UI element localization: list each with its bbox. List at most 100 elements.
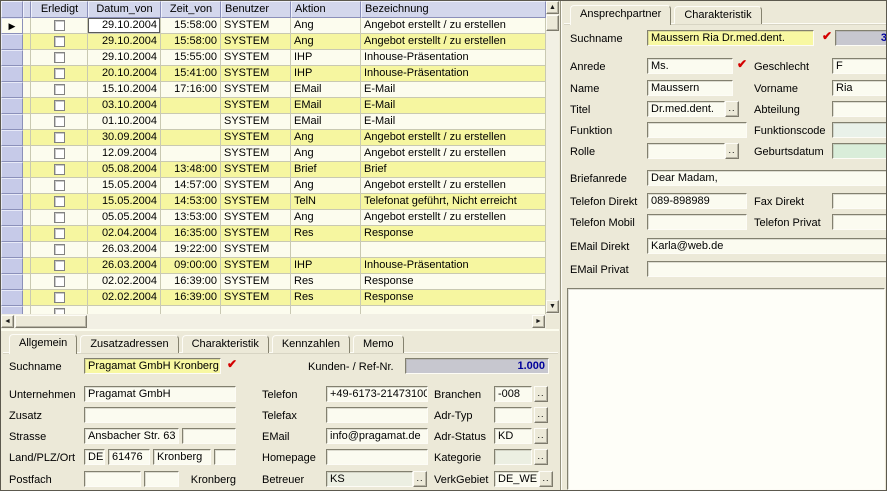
ort-field[interactable]: Kronberg xyxy=(153,449,211,465)
adrstatus-field[interactable]: KD xyxy=(494,428,532,444)
erledigt-cell[interactable] xyxy=(31,258,88,274)
table-row[interactable] xyxy=(1,306,546,314)
scroll-up-icon[interactable]: ▲ xyxy=(546,1,559,14)
funktion-field[interactable] xyxy=(647,122,747,138)
tab-kennzahlen[interactable]: Kennzahlen xyxy=(271,335,350,353)
zusatz-field[interactable] xyxy=(84,407,236,423)
betreuer-lookup-icon[interactable]: .. xyxy=(413,471,427,487)
erledigt-checkbox[interactable] xyxy=(53,212,65,223)
verify-check-icon[interactable]: ✔ xyxy=(225,358,239,372)
erledigt-checkbox[interactable] xyxy=(53,116,65,127)
table-row[interactable]: 12.09.2004 SYSTEM Ang Angebot erstellt /… xyxy=(1,146,546,162)
telefon-field[interactable]: +49-6173-21473100 xyxy=(326,386,428,402)
branchen-lookup-icon[interactable]: .. xyxy=(534,386,548,402)
erledigt-cell[interactable] xyxy=(31,306,88,314)
row-selector[interactable] xyxy=(1,258,23,274)
erledigt-cell[interactable] xyxy=(31,290,88,306)
erledigt-checkbox[interactable] xyxy=(53,20,65,31)
table-row[interactable]: 02.04.2004 16:35:00 SYSTEM Res Response xyxy=(1,226,546,242)
row-selector[interactable] xyxy=(1,306,23,314)
fax-direkt-field[interactable] xyxy=(832,193,886,209)
email-direkt-field[interactable]: Karla@web.de xyxy=(647,238,886,254)
scroll-down-icon[interactable]: ▼ xyxy=(546,300,559,313)
row-selector[interactable] xyxy=(1,290,23,306)
adrstatus-lookup-icon[interactable]: .. xyxy=(534,428,548,444)
erledigt-cell[interactable] xyxy=(31,66,88,82)
adrtyp-field[interactable] xyxy=(494,407,532,423)
telefax-field[interactable] xyxy=(326,407,428,423)
erledigt-cell[interactable] xyxy=(31,18,88,34)
vertical-scrollbar[interactable]: ▲ ▼ xyxy=(546,1,559,314)
branchen-field[interactable]: -008 xyxy=(494,386,532,402)
tab-charakteristik-contact[interactable]: Charakteristik xyxy=(674,6,762,24)
geschlecht-field[interactable]: F xyxy=(832,58,886,74)
table-row[interactable]: 29.10.2004 15:58:00 SYSTEM Ang Angebot e… xyxy=(1,34,546,50)
telefon-direkt-field[interactable]: 089-898989 xyxy=(647,193,747,209)
erledigt-cell[interactable] xyxy=(31,242,88,258)
column-header-aktion[interactable]: Aktion xyxy=(291,1,361,18)
erledigt-cell[interactable] xyxy=(31,50,88,66)
funktionscode-field[interactable] xyxy=(832,122,886,138)
vorname-field[interactable]: Ria xyxy=(832,80,886,96)
row-selector[interactable] xyxy=(1,146,23,162)
table-row[interactable]: 30.09.2004 SYSTEM Ang Angebot erstellt /… xyxy=(1,130,546,146)
rolle-lookup-icon[interactable]: .. xyxy=(725,143,739,159)
erledigt-checkbox[interactable] xyxy=(53,276,65,287)
geburtsdatum-field[interactable] xyxy=(832,143,886,159)
row-selector[interactable] xyxy=(1,50,23,66)
row-selector[interactable] xyxy=(1,162,23,178)
erledigt-cell[interactable] xyxy=(31,274,88,290)
kategorie-field[interactable] xyxy=(494,449,532,465)
erledigt-checkbox[interactable] xyxy=(53,148,65,159)
erledigt-checkbox[interactable] xyxy=(53,100,65,111)
telefon-mobil-field[interactable] xyxy=(647,214,747,230)
tab-memo[interactable]: Memo xyxy=(352,335,404,353)
rolle-field[interactable] xyxy=(647,143,725,159)
plz-field[interactable]: 61476 xyxy=(108,449,150,465)
erledigt-cell[interactable] xyxy=(31,226,88,242)
erledigt-cell[interactable] xyxy=(31,178,88,194)
column-header-erledigt[interactable]: Erledigt xyxy=(31,1,88,18)
table-row[interactable]: 05.08.2004 13:48:00 SYSTEM Brief Brief xyxy=(1,162,546,178)
suchname-contact-field[interactable]: Maussern Ria Dr.med.dent. xyxy=(647,30,814,46)
row-selector[interactable] xyxy=(1,210,23,226)
tab-charakteristik-company[interactable]: Charakteristik xyxy=(181,335,269,353)
adrtyp-lookup-icon[interactable]: .. xyxy=(534,407,548,423)
erledigt-checkbox[interactable] xyxy=(53,132,65,143)
row-selector[interactable] xyxy=(1,274,23,290)
anrede-field[interactable]: Ms. xyxy=(647,58,733,74)
row-selector[interactable] xyxy=(1,242,23,258)
name-field[interactable]: Maussern xyxy=(647,80,733,96)
erledigt-checkbox[interactable] xyxy=(53,260,65,271)
erledigt-cell[interactable] xyxy=(31,194,88,210)
erledigt-checkbox[interactable] xyxy=(53,196,65,207)
ort2-field[interactable] xyxy=(214,449,236,465)
email-company-field[interactable]: info@pragamat.de xyxy=(326,428,428,444)
strasse-field[interactable]: Ansbacher Str. 63 xyxy=(84,428,179,444)
horizontal-scrollbar[interactable]: ◄ ► xyxy=(1,314,546,329)
table-row[interactable]: 15.10.2004 17:16:00 SYSTEM EMail E-Mail xyxy=(1,82,546,98)
erledigt-cell[interactable] xyxy=(31,114,88,130)
table-row[interactable]: 15.05.2004 14:57:00 SYSTEM Ang Angebot e… xyxy=(1,178,546,194)
table-row[interactable]: 15.05.2004 14:53:00 SYSTEM TelN Telefona… xyxy=(1,194,546,210)
vertical-scroll-thumb[interactable] xyxy=(546,15,559,31)
erledigt-cell[interactable] xyxy=(31,34,88,50)
land-field[interactable]: DE xyxy=(84,449,105,465)
kategorie-lookup-icon[interactable]: .. xyxy=(534,449,548,465)
verify-check-icon[interactable]: ✔ xyxy=(735,58,749,72)
verify-check-icon[interactable]: ✔ xyxy=(820,30,834,44)
horizontal-scroll-thumb[interactable] xyxy=(15,315,87,328)
erledigt-cell[interactable] xyxy=(31,210,88,226)
erledigt-checkbox[interactable] xyxy=(53,228,65,239)
column-header-bezeichnung[interactable]: Bezeichnung xyxy=(361,1,546,18)
tab-zusatzadressen[interactable]: Zusatzadressen xyxy=(80,335,179,353)
tab-allgemein[interactable]: Allgemein xyxy=(9,334,78,354)
erledigt-cell[interactable] xyxy=(31,146,88,162)
erledigt-cell[interactable] xyxy=(31,98,88,114)
erledigt-checkbox[interactable] xyxy=(53,84,65,95)
row-selector[interactable] xyxy=(1,82,23,98)
erledigt-checkbox[interactable] xyxy=(53,180,65,191)
table-row[interactable]: 03.10.2004 SYSTEM EMail E-Mail xyxy=(1,98,546,114)
erledigt-cell[interactable] xyxy=(31,162,88,178)
contact-memo-field[interactable] xyxy=(567,288,885,490)
